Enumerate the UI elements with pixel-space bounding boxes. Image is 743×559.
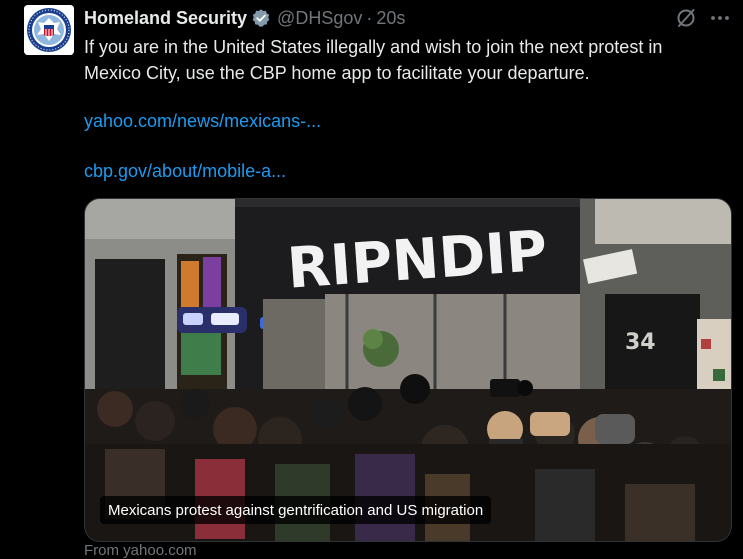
link-source[interactable]: From yahoo.com (84, 542, 197, 559)
media-caption: Mexicans protest against gentrification … (100, 496, 492, 524)
display-name[interactable]: Homeland Security (84, 8, 247, 29)
building-number: 34 (625, 330, 656, 355)
dhs-seal-icon[interactable] (24, 5, 74, 55)
grok-icon[interactable] (674, 6, 698, 30)
user-handle[interactable]: @DHSgov (277, 8, 362, 29)
separator-dot: · (366, 7, 373, 28)
cbp-mobile-link[interactable]: cbp.gov/about/mobile-a... (84, 158, 286, 184)
tweet[interactable]: Homeland Security @DHSgov · 20s If you a… (0, 0, 743, 559)
verified-badge-icon[interactable] (251, 8, 271, 28)
media-card[interactable]: RIPNDIP 34 (84, 198, 732, 542)
yahoo-news-link[interactable]: yahoo.com/news/mexicans-... (84, 108, 321, 134)
tweet-text: If you are in the United States illegall… (84, 37, 663, 83)
protest-photo: RIPNDIP 34 (85, 199, 731, 541)
more-options-icon[interactable] (708, 6, 732, 30)
tweet-header: Homeland Security @DHSgov · 20s (84, 6, 405, 30)
timestamp[interactable]: 20s (376, 8, 405, 29)
